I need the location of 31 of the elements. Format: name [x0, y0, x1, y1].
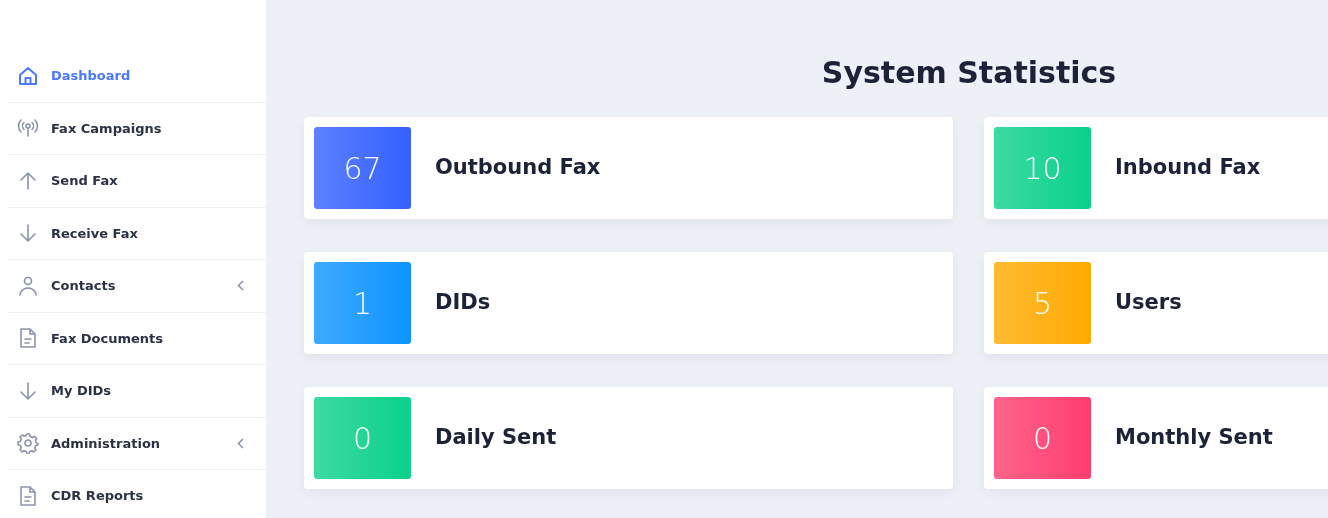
stat-label: Inbound Fax: [1115, 154, 1261, 182]
home-icon: [17, 64, 39, 87]
sidebar-item[interactable]: Contacts: [7, 260, 266, 313]
stat-label: DIDs: [435, 289, 491, 317]
page-title: System Statistics: [820, 54, 1118, 92]
document-icon: [17, 484, 39, 507]
stat-label: Monthly Sent: [1115, 424, 1273, 452]
stat-value: 10: [994, 127, 1091, 209]
down-arrow-icon: [17, 379, 39, 402]
person-icon: [17, 274, 39, 297]
stat-value: 1: [314, 262, 411, 344]
stat-value: 5: [994, 262, 1091, 344]
sidebar-item[interactable]: Fax Campaigns: [7, 102, 266, 155]
sidebar-item[interactable]: Administration: [7, 417, 266, 470]
stat-value: 67: [314, 127, 411, 209]
document-icon: [17, 327, 39, 350]
sidebar-item[interactable]: Send Fax: [7, 155, 266, 208]
settings-icon: [17, 432, 39, 455]
down-arrow-icon: [17, 222, 39, 245]
up-arrow-icon: [17, 169, 39, 192]
stat-value: 0: [994, 397, 1091, 479]
stat-label: Outbound Fax: [435, 154, 601, 182]
stat-label: Daily Sent: [435, 424, 557, 452]
sidebar-item[interactable]: Fax Documents: [7, 312, 266, 365]
sidebar-item[interactable]: Dashboard: [7, 50, 266, 103]
stat-value: 0: [314, 397, 411, 479]
sidebar-item[interactable]: Receive Fax: [7, 207, 266, 260]
stat-label: Users: [1115, 289, 1182, 317]
sidebar-item[interactable]: CDR Reports: [7, 470, 266, 518]
sidebar-item[interactable]: My DIDs: [7, 365, 266, 418]
broadcast-icon: [17, 117, 39, 140]
